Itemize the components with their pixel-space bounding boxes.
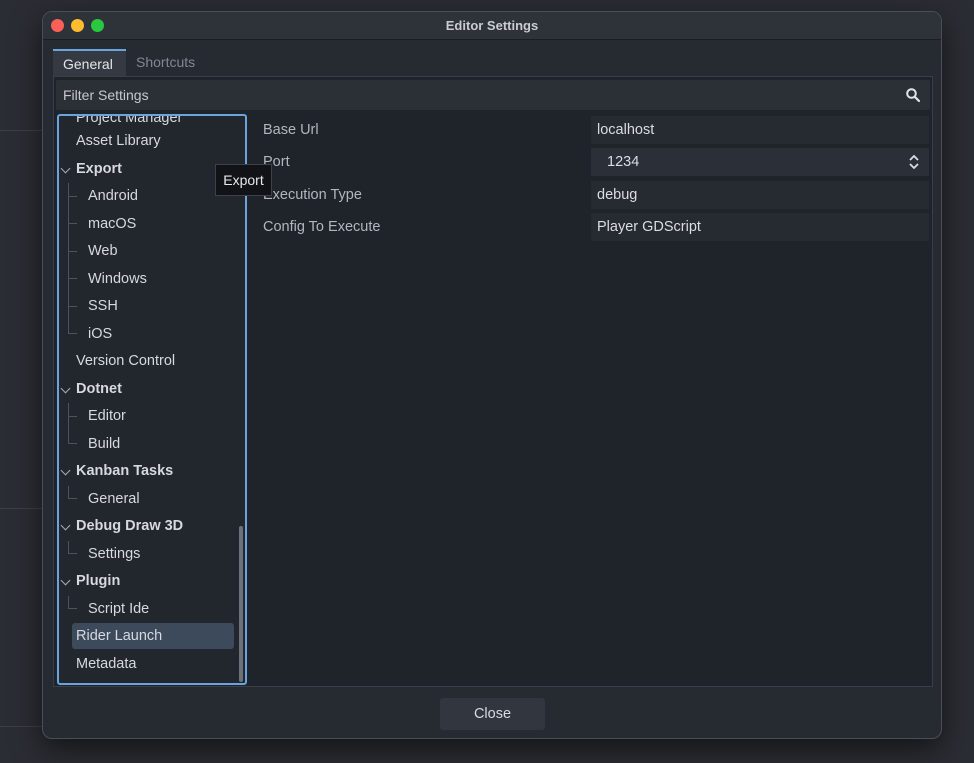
settings-panel: Project Manager Asset Library Export And…	[53, 76, 933, 687]
tooltip: Export	[215, 164, 272, 196]
property-label-execution-type: Execution Type	[263, 187, 362, 203]
tree-category-dotnet[interactable]: Dotnet	[59, 376, 122, 402]
tree-item-script-ide[interactable]: Script Ide	[59, 596, 149, 622]
chevron-down-icon[interactable]	[60, 163, 71, 174]
tab-general[interactable]: General	[53, 49, 126, 77]
tree-category-plugin[interactable]: Plugin	[59, 568, 120, 594]
tree-item-settings[interactable]: Settings	[59, 541, 140, 567]
tree-item-asset-library[interactable]: Asset Library	[59, 128, 161, 154]
settings-section-tree[interactable]: Project Manager Asset Library Export And…	[57, 114, 247, 685]
execution-type-field[interactable]: debug	[591, 181, 929, 209]
tree-item-metadata[interactable]: Metadata	[59, 651, 136, 677]
chevron-down-icon[interactable]	[60, 520, 71, 531]
property-label-base-url: Base Url	[263, 122, 319, 138]
tree-category-label: Plugin	[76, 573, 121, 589]
tree-item-build[interactable]: Build	[59, 431, 120, 457]
tree-item-web[interactable]: Web	[59, 238, 118, 264]
filter-bar	[56, 80, 930, 110]
tree-item-macos[interactable]: macOS	[59, 211, 136, 237]
tree-category-label: Kanban Tasks	[76, 463, 174, 479]
tree-item-windows[interactable]: Windows	[59, 266, 147, 292]
close-button[interactable]: Close	[440, 698, 545, 730]
tree-category-export[interactable]: Export	[59, 156, 122, 182]
editor-settings-window: Editor Settings General Shortcuts Filter…	[42, 11, 942, 739]
tree-item-ios[interactable]: iOS	[59, 321, 112, 347]
tree-category-debug-draw-3d[interactable]: Debug Draw 3D	[59, 513, 183, 539]
tree-category-label: Dotnet	[76, 381, 122, 397]
tree-item-ssh[interactable]: SSH	[59, 293, 118, 319]
base-url-field[interactable]: localhost	[591, 116, 929, 144]
updown-arrows-icon[interactable]	[908, 154, 920, 170]
tree-category-label: Export	[76, 161, 122, 177]
tree-category-label: Debug Draw 3D	[76, 518, 184, 534]
config-to-execute-field[interactable]: Player GDScript	[591, 213, 929, 241]
chevron-down-icon[interactable]	[60, 383, 71, 394]
port-value: 1234	[607, 154, 640, 170]
tree-category-kanban-tasks[interactable]: Kanban Tasks	[59, 458, 173, 484]
search-icon[interactable]	[905, 87, 921, 103]
property-label-config-to-execute: Config To Execute	[263, 219, 381, 235]
tab-shortcuts[interactable]: Shortcuts	[126, 49, 216, 77]
tree-item-rider-launch[interactable]: Rider Launch	[72, 623, 234, 649]
title-bar[interactable]: Editor Settings	[43, 12, 941, 40]
filter-settings-input[interactable]	[56, 80, 930, 110]
background-line	[0, 508, 44, 509]
port-spinbox[interactable]: 1234	[591, 148, 929, 176]
background-line	[0, 726, 44, 727]
background-line	[0, 130, 44, 131]
tree-item-general[interactable]: General	[59, 486, 140, 512]
properties-inspector: Base Url localhost Port 1234 Execution T…	[253, 114, 931, 685]
tree-item-version-control[interactable]: Version Control	[59, 348, 175, 374]
chevron-down-icon[interactable]	[60, 575, 71, 586]
chevron-down-icon[interactable]	[60, 465, 71, 476]
tree-scrollbar[interactable]	[239, 526, 243, 682]
tree-item-editor[interactable]: Editor	[59, 403, 126, 429]
tree-item-android[interactable]: Android	[59, 183, 138, 209]
window-title: Editor Settings	[445, 18, 539, 33]
